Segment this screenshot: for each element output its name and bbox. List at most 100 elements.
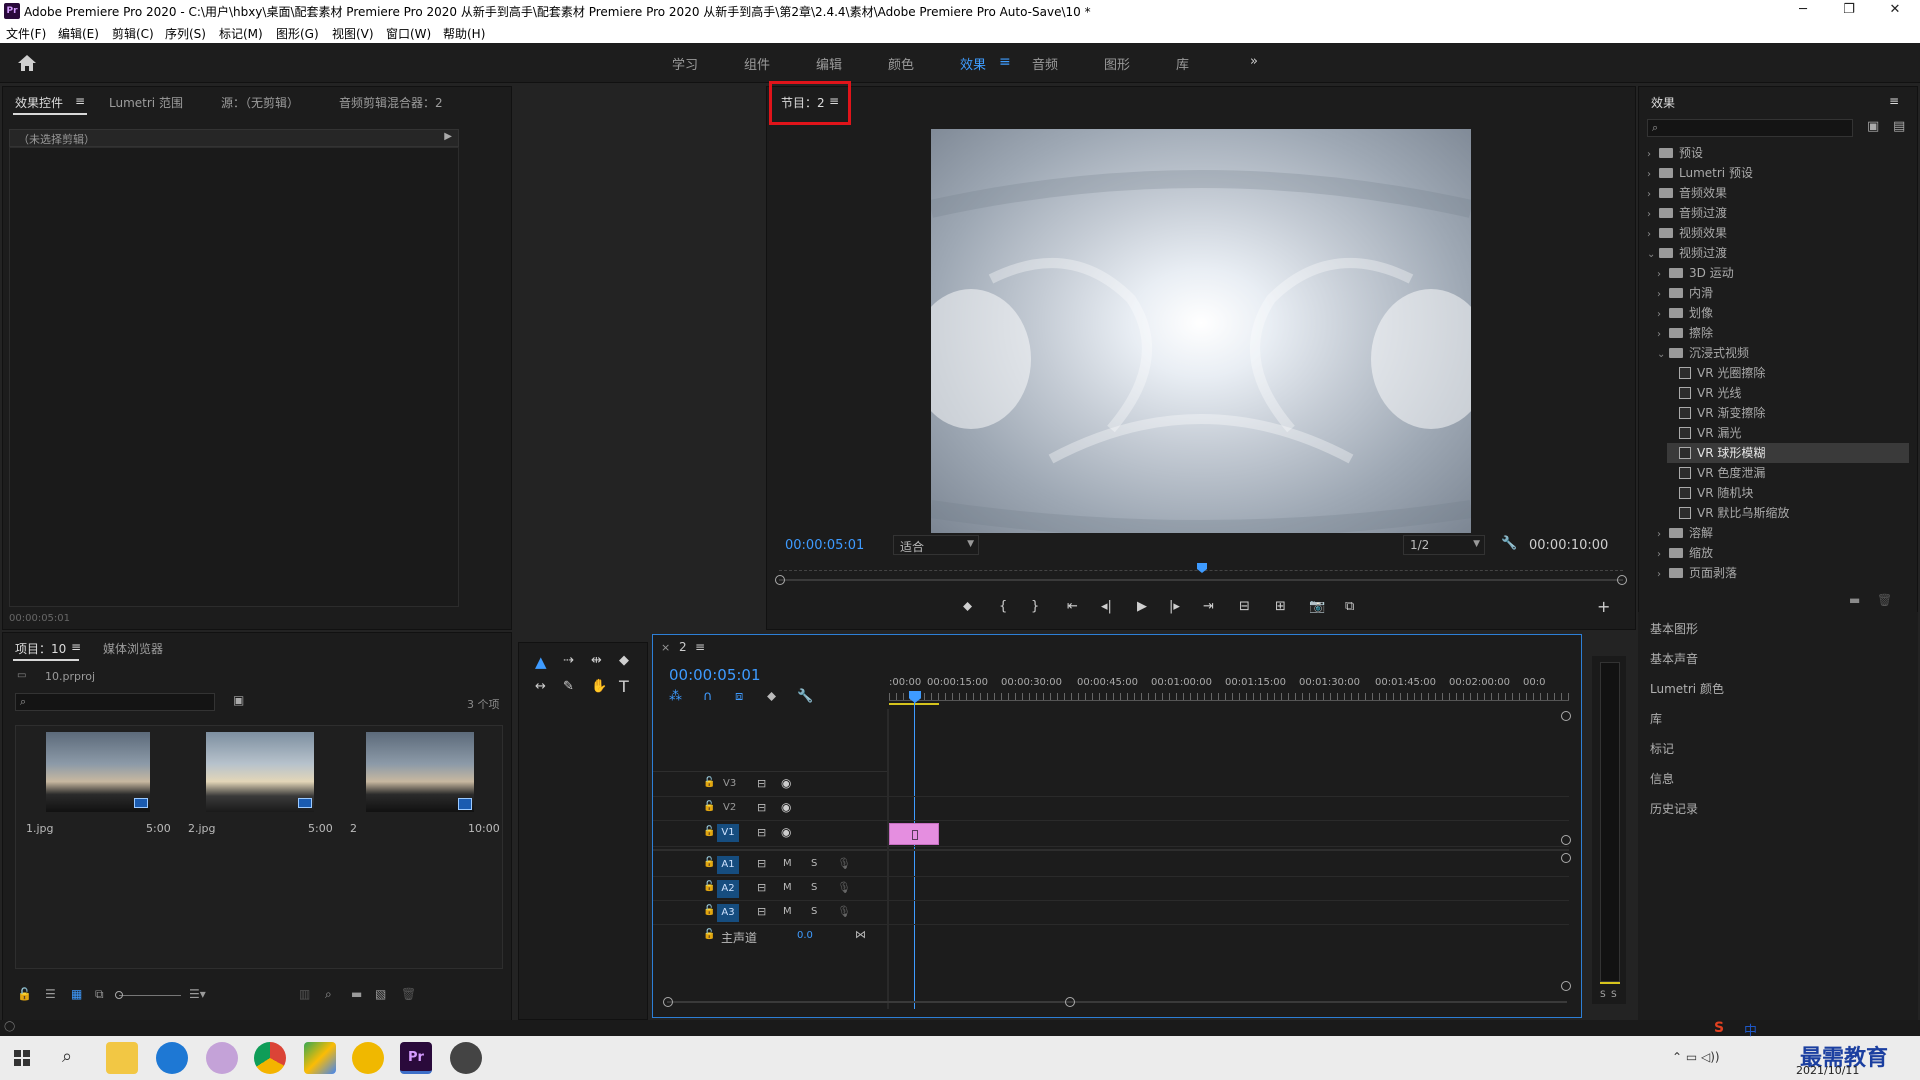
more-workspaces-icon[interactable]: »: [1250, 54, 1258, 69]
lock-icon[interactable]: 🔓: [17, 987, 32, 1001]
edge-browser-icon[interactable]: [156, 1042, 188, 1074]
mark-out-icon[interactable]: }: [1031, 599, 1039, 614]
chevron-right-icon[interactable]: ›: [1657, 325, 1669, 345]
settings-wrench-icon[interactable]: 🔧: [1501, 536, 1517, 551]
effect-item[interactable]: VR 随机块: [1667, 483, 1909, 503]
snap-icon[interactable]: ∩: [703, 689, 713, 704]
effect-folder[interactable]: › 音频过渡: [1647, 203, 1909, 223]
type-tool-icon[interactable]: T: [619, 677, 629, 696]
tray-icons[interactable]: ⌃ ▭ ◁)): [1672, 1050, 1720, 1064]
lock-icon[interactable]: 🔓: [703, 929, 715, 940]
workspace-menu-icon[interactable]: ≡: [999, 54, 1011, 70]
zoom-slider[interactable]: [119, 995, 181, 996]
effect-item[interactable]: VR 默比乌斯缩放: [1667, 503, 1909, 523]
effect-folder[interactable]: › 页面剥落: [1657, 563, 1909, 583]
sync-lock-icon[interactable]: ⊟: [757, 777, 766, 790]
panel-history[interactable]: 历史记录: [1650, 800, 1698, 817]
effect-folder[interactable]: ⌄ 视频过渡: [1647, 243, 1909, 263]
tab-media-browser[interactable]: 媒体浏览器: [103, 640, 163, 657]
tab-source[interactable]: 源：（无剪辑）: [221, 94, 299, 111]
workspace-editing[interactable]: 编辑: [816, 54, 842, 73]
menu-sequence[interactable]: 序列(S): [165, 25, 206, 42]
solo-button[interactable]: S: [811, 906, 817, 917]
effects-search-input[interactable]: ⌕: [1647, 119, 1853, 137]
lock-icon[interactable]: 🔓: [703, 905, 715, 916]
play-icon[interactable]: ▶: [1137, 599, 1147, 614]
menu-view[interactable]: 视图(V): [332, 25, 374, 42]
tab-audio-clip-mixer[interactable]: 音频剪辑混合器：2: [339, 94, 443, 111]
panel-info[interactable]: 信息: [1650, 770, 1674, 787]
track-select-tool-icon[interactable]: ⇢: [563, 653, 574, 668]
mark-in-icon[interactable]: {: [999, 599, 1007, 614]
mute-button[interactable]: M: [783, 882, 792, 893]
sync-lock-icon[interactable]: ⊟: [757, 905, 766, 918]
icon-view-icon[interactable]: ▦: [71, 987, 82, 1001]
chevron-right-icon[interactable]: ›: [1647, 205, 1659, 225]
menu-graphics[interactable]: 图形(G): [276, 25, 319, 42]
effect-item[interactable]: VR 渐变擦除: [1667, 403, 1909, 423]
effect-folder[interactable]: › 擦除: [1657, 323, 1909, 343]
tab-project[interactable]: 项目：10: [15, 640, 66, 657]
chevron-right-icon[interactable]: ›: [1657, 525, 1669, 545]
linked-selection-icon[interactable]: ⧈: [735, 689, 743, 704]
tab-lumetri-scopes[interactable]: Lumetri 范围: [109, 94, 183, 111]
eye-icon[interactable]: ◉: [781, 825, 791, 839]
export-frame-icon[interactable]: 📷: [1309, 599, 1325, 614]
timeline-settings-icon[interactable]: 🔧: [797, 689, 813, 704]
solo-button[interactable]: S: [811, 858, 817, 869]
clear-icon[interactable]: 🗑: [401, 987, 416, 1001]
list-view-icon[interactable]: ☰: [45, 987, 56, 1001]
nest-icon[interactable]: ⁂: [669, 689, 682, 704]
add-marker-icon[interactable]: ⬥: [963, 599, 972, 614]
chevron-right-icon[interactable]: ›: [1647, 185, 1659, 205]
panel-lumetri-color[interactable]: Lumetri 颜色: [1650, 680, 1724, 697]
premiere-taskbar-icon[interactable]: Pr: [400, 1042, 432, 1074]
chevron-right-icon[interactable]: ›: [1657, 285, 1669, 305]
menu-file[interactable]: 文件(F): [6, 25, 46, 42]
scroll-knob[interactable]: [1561, 835, 1571, 845]
workspace-libraries[interactable]: 库: [1176, 54, 1189, 73]
program-menu-icon[interactable]: ≡: [829, 94, 839, 108]
slip-tool-icon[interactable]: ↔: [535, 679, 546, 694]
timeline-ruler[interactable]: [889, 693, 1569, 701]
panel-essential-sound[interactable]: 基本声音: [1650, 650, 1698, 667]
minimize-button[interactable]: ─: [1780, 0, 1826, 22]
new-bin-icon[interactable]: ▣: [1867, 119, 1879, 134]
chevron-down-icon[interactable]: ⌄: [1657, 345, 1669, 365]
chevron-right-icon[interactable]: ›: [1647, 165, 1659, 185]
effect-folder[interactable]: › 溶解: [1657, 523, 1909, 543]
master-expand-icon[interactable]: ⋈: [855, 928, 866, 941]
chevron-right-icon[interactable]: ›: [1657, 265, 1669, 285]
chevron-right-icon[interactable]: ›: [1647, 145, 1659, 165]
panel-essential-graphics[interactable]: 基本图形: [1650, 620, 1698, 637]
tab-program[interactable]: 节目：2: [781, 94, 825, 111]
eye-icon[interactable]: ◉: [781, 776, 791, 790]
effect-folder[interactable]: › 内滑: [1657, 283, 1909, 303]
new-item-icon[interactable]: ▧: [375, 987, 386, 1001]
new-custom-bin-icon[interactable]: ▬: [1849, 593, 1860, 607]
freeform-view-icon[interactable]: ⧉: [95, 987, 104, 1002]
lift-icon[interactable]: ⊟: [1239, 599, 1250, 614]
expand-arrow-icon[interactable]: ▶: [444, 131, 452, 142]
lock-icon[interactable]: 🔓: [703, 857, 715, 868]
timeline-timecode[interactable]: 00:00:05:01: [669, 666, 761, 684]
sequence-tab[interactable]: 2: [679, 640, 687, 654]
lock-icon[interactable]: 🔓: [703, 777, 715, 788]
mute-button[interactable]: M: [783, 858, 792, 869]
close-sequence-icon[interactable]: ×: [661, 641, 670, 654]
timeline-playhead-head[interactable]: [909, 691, 921, 703]
project-item[interactable]: 1.jpg 5:00: [16, 726, 176, 846]
close-button[interactable]: ✕: [1872, 0, 1918, 22]
microphone-icon[interactable]: 🎙: [837, 857, 851, 870]
workspace-color[interactable]: 颜色: [888, 54, 914, 73]
effect-folder[interactable]: › 音频效果: [1647, 183, 1909, 203]
file-explorer-icon[interactable]: [106, 1042, 138, 1074]
tab-effect-controls[interactable]: 效果控件: [15, 94, 63, 111]
master-volume-value[interactable]: 0.0: [797, 930, 813, 941]
maximize-button[interactable]: ❐: [1826, 0, 1872, 22]
sequence-menu-icon[interactable]: ≡: [695, 640, 705, 654]
microphone-icon[interactable]: 🎙: [837, 881, 851, 894]
workspace-effects[interactable]: 效果: [960, 54, 986, 73]
track-target-v1[interactable]: V1: [717, 824, 739, 842]
menu-help[interactable]: 帮助(H): [443, 25, 485, 42]
